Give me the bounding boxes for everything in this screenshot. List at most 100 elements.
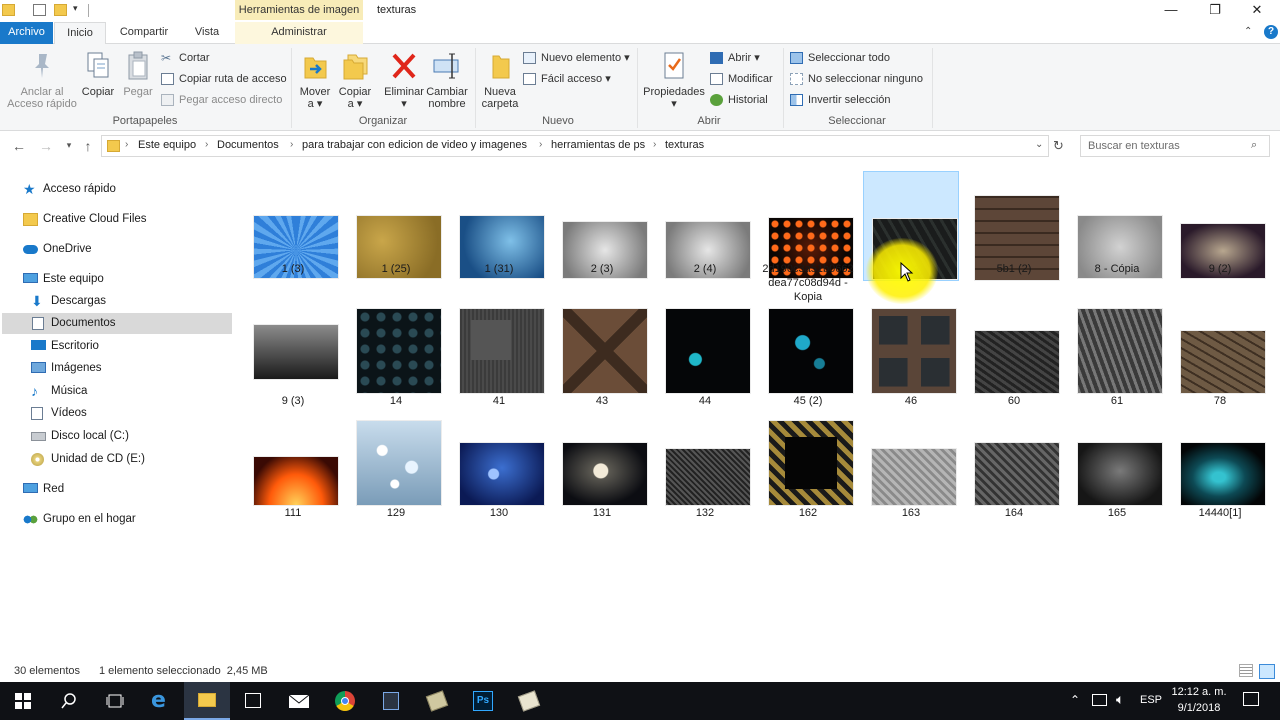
- nav-desktop[interactable]: Escritorio: [31, 336, 261, 357]
- file-item[interactable]: 130: [451, 420, 547, 530]
- nav-onedrive[interactable]: OneDrive: [23, 239, 253, 260]
- paste-button[interactable]: Pegar: [120, 50, 156, 98]
- show-hidden-icons-button[interactable]: ⌃: [1070, 693, 1080, 707]
- file-explorer-taskbar-button[interactable]: [184, 682, 230, 720]
- copy-path-button[interactable]: Copiar ruta de acceso: [161, 70, 287, 88]
- forward-button[interactable]: →: [37, 138, 55, 154]
- copy-button[interactable]: Copiar: [80, 50, 116, 98]
- breadcrumb-documents[interactable]: Documentos: [217, 139, 279, 151]
- file-item[interactable]: 14440[1]: [1172, 420, 1268, 530]
- file-item[interactable]: 165: [1069, 420, 1165, 530]
- mail-taskbar-button[interactable]: [276, 682, 322, 720]
- nav-drive-c[interactable]: Disco local (C:): [31, 426, 261, 447]
- address-bar[interactable]: › Este equipo › Documentos › para trabaj…: [101, 135, 1049, 157]
- file-item[interactable]: 61: [1069, 308, 1165, 418]
- photoshop-taskbar-button[interactable]: Ps: [460, 682, 506, 720]
- file-item[interactable]: 60: [966, 308, 1062, 418]
- quick-access-dropdown-icon[interactable]: ▾: [73, 3, 78, 14]
- large-icons-view-button[interactable]: [1259, 664, 1275, 679]
- task-view-button[interactable]: [92, 682, 138, 720]
- input-language[interactable]: ESP: [1140, 694, 1162, 706]
- pin-quick-access-button[interactable]: Anclar al Acceso rápido: [6, 50, 78, 110]
- nav-documents[interactable]: Documentos: [2, 313, 232, 334]
- rename-button[interactable]: Cambiar nombre: [426, 50, 468, 110]
- tab-home[interactable]: Inicio: [54, 22, 106, 45]
- breadcrumb-editing-folder[interactable]: para trabajar con edicion de video y ima…: [302, 139, 527, 151]
- file-item[interactable]: 2 (3): [554, 171, 650, 281]
- details-view-button[interactable]: [1239, 664, 1253, 677]
- tab-share[interactable]: Compartir: [108, 22, 180, 44]
- file-item[interactable]: 46: [863, 308, 959, 418]
- tab-file[interactable]: Archivo: [0, 22, 53, 44]
- nav-pictures[interactable]: Imágenes: [31, 358, 261, 379]
- up-button[interactable]: ↑: [79, 138, 97, 154]
- nav-homegroup[interactable]: Grupo en el hogar: [23, 509, 253, 530]
- file-item[interactable]: 8 - Cópia: [1069, 171, 1165, 281]
- volume-tray-icon[interactable]: 🔈︎: [1116, 691, 1124, 708]
- file-item[interactable]: 163: [863, 420, 959, 530]
- file-item[interactable]: 162: [760, 420, 856, 530]
- file-item[interactable]: 9 (3): [245, 308, 341, 418]
- nav-quick-access[interactable]: ★ Acceso rápido: [23, 179, 253, 200]
- paste-shortcut-button[interactable]: Pegar acceso directo: [161, 91, 282, 109]
- edge-taskbar-button[interactable]: e: [138, 682, 184, 720]
- search-input[interactable]: Buscar en texturas ⌕: [1080, 135, 1270, 157]
- breadcrumb-ps-tools[interactable]: herramientas de ps: [551, 139, 645, 151]
- properties-button[interactable]: Propiedades ▾: [642, 50, 706, 110]
- nav-this-pc[interactable]: Este equipo: [23, 269, 253, 290]
- action-center-icon[interactable]: [1243, 692, 1259, 706]
- nav-network[interactable]: Red: [23, 479, 253, 500]
- file-item[interactable]: 111: [245, 420, 341, 530]
- chrome-taskbar-button[interactable]: [322, 682, 368, 720]
- tool-taskbar-button[interactable]: [414, 682, 460, 720]
- new-item-button[interactable]: Nuevo elemento ▾: [523, 49, 630, 67]
- file-item[interactable]: 41: [451, 308, 547, 418]
- nav-downloads[interactable]: ⬇ Descargas: [31, 291, 261, 312]
- tab-view[interactable]: Vista: [182, 22, 232, 44]
- refresh-button[interactable]: ↻: [1053, 138, 1064, 154]
- breadcrumb-this-pc[interactable]: Este equipo: [138, 139, 196, 151]
- clock-time[interactable]: 12:12 a. m.: [1170, 686, 1228, 698]
- edit-button[interactable]: Modificar: [710, 70, 773, 88]
- select-none-button[interactable]: No seleccionar ninguno: [790, 70, 923, 88]
- cut-button[interactable]: ✂ Cortar: [161, 49, 210, 67]
- file-item[interactable]: 131: [554, 420, 650, 530]
- search-taskbar-button[interactable]: [46, 682, 92, 720]
- network-tray-icon[interactable]: [1092, 694, 1107, 706]
- minimize-button[interactable]: —: [1148, 0, 1194, 22]
- invert-selection-button[interactable]: Invertir selección: [790, 91, 891, 109]
- clock-date[interactable]: 9/1/2018: [1170, 702, 1228, 714]
- nav-videos[interactable]: Vídeos: [31, 403, 261, 424]
- file-item[interactable]: 1 (25): [348, 171, 444, 281]
- file-item[interactable]: 129: [348, 420, 444, 530]
- tab-manage[interactable]: Administrar: [235, 22, 363, 44]
- close-button[interactable]: ✕: [1234, 0, 1280, 22]
- new-folder-quick-icon[interactable]: [54, 4, 67, 16]
- history-button[interactable]: Historial: [710, 91, 768, 109]
- help-icon[interactable]: ?: [1264, 25, 1278, 39]
- copy-to-button[interactable]: Copiar a ▾: [336, 50, 374, 110]
- maximize-button[interactable]: ❐: [1192, 0, 1238, 22]
- back-button[interactable]: ←: [10, 138, 28, 154]
- file-item[interactable]: 5b1 (2): [966, 171, 1062, 281]
- file-item[interactable]: 44: [657, 308, 753, 418]
- file-item[interactable]: 43: [554, 308, 650, 418]
- file-item[interactable]: 9 (2): [1172, 171, 1268, 281]
- file-item[interactable]: 78: [1172, 308, 1268, 418]
- delete-button[interactable]: Eliminar ▾: [382, 50, 426, 110]
- recent-locations-dropdown[interactable]: ▾: [60, 140, 78, 151]
- file-item[interactable]: 1 (31): [451, 171, 547, 281]
- ribbon-collapse-icon[interactable]: ⌃: [1244, 26, 1252, 37]
- file-item[interactable]: 14: [348, 308, 444, 418]
- nav-creative-cloud[interactable]: Creative Cloud Files: [23, 209, 253, 230]
- app-taskbar-button[interactable]: [368, 682, 414, 720]
- nav-music[interactable]: ♪ Música: [31, 381, 261, 402]
- file-item[interactable]: 1 (3): [245, 171, 341, 281]
- store-taskbar-button[interactable]: [230, 682, 276, 720]
- nav-drive-e[interactable]: Unidad de CD (E:): [31, 449, 261, 470]
- file-item[interactable]: 2d190c3a51b0662dea77c08d94d - Kopia: [760, 171, 856, 303]
- file-item[interactable]: 45 (2): [760, 308, 856, 418]
- open-button[interactable]: Abrir ▾: [710, 49, 760, 67]
- file-item[interactable]: 164: [966, 420, 1062, 530]
- snipping-taskbar-button[interactable]: [506, 682, 552, 720]
